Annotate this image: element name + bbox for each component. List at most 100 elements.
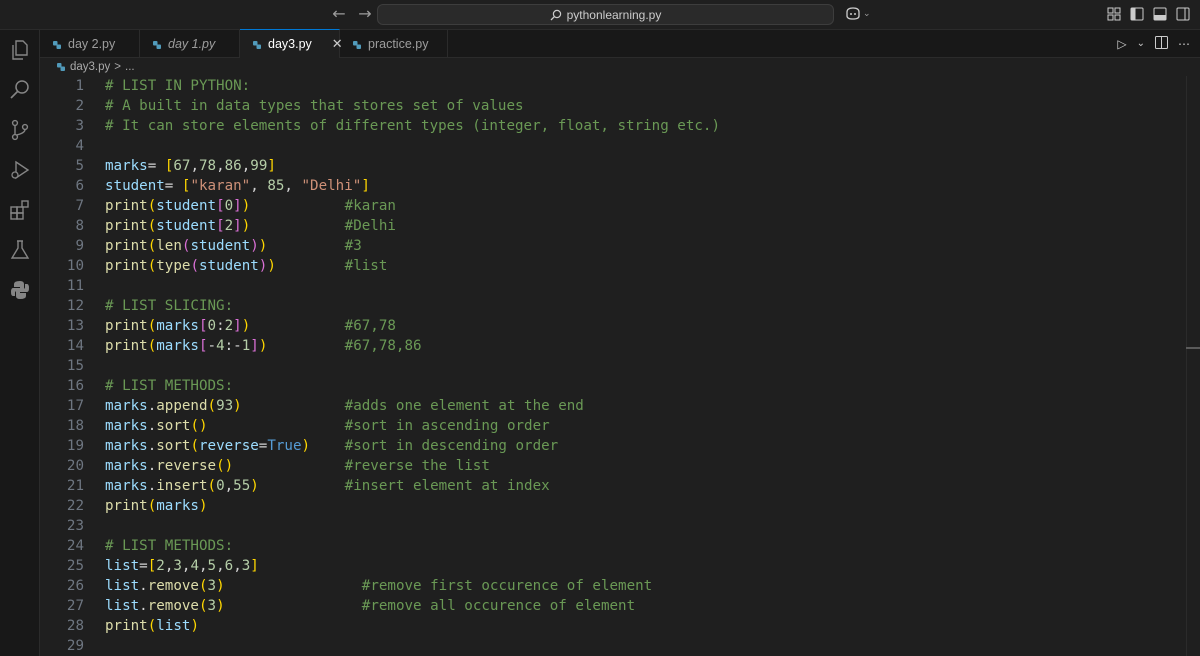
code-line[interactable]: 27 list.remove(3) #remove all occurence of…	[40, 596, 1180, 616]
code-token: 93	[216, 398, 234, 414]
code-line[interactable]: 19 marks.sort(reverse=True) #sort in desce…	[40, 436, 1180, 456]
code-line[interactable]: 16 # LIST METHODS:	[40, 376, 1180, 396]
testing-icon[interactable]	[8, 238, 32, 262]
code-token: )	[241, 218, 251, 234]
source-control-icon[interactable]	[8, 118, 32, 142]
code-token: ]	[267, 158, 276, 174]
line-number: 4	[75, 138, 84, 154]
copilot-button[interactable]: ⌄	[845, 6, 871, 20]
code-line[interactable]: 8 print(student[2]) #Delhi	[40, 216, 1180, 236]
arrow-right-icon[interactable]: →	[356, 5, 374, 23]
code-text: print(marks)	[105, 496, 208, 516]
code-line[interactable]: 4	[40, 136, 1180, 156]
code-line[interactable]: 13 print(marks[0:2]) #67,78	[40, 316, 1180, 336]
editor-actions: ▷ ⌄ ⋯	[1117, 36, 1190, 52]
breadcrumb-symbols[interactable]: ...	[125, 61, 135, 73]
code-line[interactable]: 21 marks.insert(0,55) #insert element at i…	[40, 476, 1180, 496]
code-line[interactable]: 20 marks.reverse() #reverse the list	[40, 456, 1180, 476]
code-token: .	[147, 438, 157, 454]
code-line[interactable]: 17 marks.append(93) #adds one element at t…	[40, 396, 1180, 416]
tab-day-1[interactable]: day 1.py	[140, 30, 240, 58]
code-token: (	[147, 618, 157, 634]
code-line[interactable]: 3 # It can store elements of different ty…	[40, 116, 1180, 136]
code-text: list.remove(3)	[105, 576, 225, 596]
code-token: (	[147, 218, 157, 234]
code-token: insert	[156, 478, 208, 494]
code-line[interactable]: 11	[40, 276, 1180, 296]
code-line[interactable]: 9 print(len(student)) #3	[40, 236, 1180, 256]
run-icon[interactable]: ▷	[1117, 37, 1126, 51]
code-line[interactable]: 25 list=[2,3,4,5,6,3]	[40, 556, 1180, 576]
split-editor-icon[interactable]	[1155, 36, 1168, 52]
code-token: marks	[105, 438, 148, 454]
breadcrumb-file[interactable]: day3.py	[70, 61, 110, 73]
code-line[interactable]: 22 print(marks)	[40, 496, 1180, 516]
command-center-search[interactable]: pythonlearning.py	[377, 4, 834, 25]
code-line[interactable]: 12 # LIST SLICING:	[40, 296, 1180, 316]
code-line[interactable]: 10 print(type(student)) #list	[40, 256, 1180, 276]
line-number: 28	[66, 618, 84, 634]
python-icon[interactable]	[8, 278, 32, 302]
code-token: (	[198, 598, 208, 614]
editor-scrollbar[interactable]	[1186, 76, 1200, 656]
inline-comment: #adds one element at the end	[344, 398, 584, 414]
run-debug-icon[interactable]	[8, 158, 32, 182]
code-token: )	[250, 238, 259, 254]
code-token: print	[105, 618, 148, 634]
tab-day-2[interactable]: day 2.py	[40, 30, 140, 58]
search-icon[interactable]	[8, 78, 32, 102]
code-token: [	[198, 338, 208, 354]
more-actions-icon[interactable]: ⋯	[1178, 37, 1190, 51]
code-line[interactable]: 5 marks= [67,78,86,99]	[40, 156, 1180, 176]
code-text: student= ["karan", 85, "Delhi"]	[105, 176, 370, 196]
code-token: ,	[241, 158, 251, 174]
code-line[interactable]: 18 marks.sort() #sort in ascending order	[40, 416, 1180, 436]
line-number: 29	[66, 638, 84, 654]
extensions-icon[interactable]	[8, 198, 32, 222]
line-number: 7	[75, 198, 84, 214]
code-line[interactable]: 6 student= ["karan", 85, "Delhi"]	[40, 176, 1180, 196]
code-line[interactable]: 14 print(marks[-4:-1]) #67,78,86	[40, 336, 1180, 356]
toggle-panel-icon[interactable]	[1153, 7, 1167, 21]
code-token: .	[139, 578, 148, 594]
code-token: (	[147, 338, 157, 354]
code-token: 6	[224, 558, 234, 574]
customize-layout-icon[interactable]	[1107, 7, 1121, 21]
code-token: )	[233, 398, 242, 414]
files-icon[interactable]	[8, 38, 32, 62]
chevron-down-icon[interactable]: ⌄	[1137, 37, 1145, 51]
code-token: print	[105, 498, 148, 514]
line-number: 18	[66, 418, 84, 434]
code-editor[interactable]: 1 # LIST IN PYTHON: 2 # A built in data typ…	[40, 76, 1200, 656]
search-text: pythonlearning.py	[566, 7, 662, 22]
code-line[interactable]: 26 list.remove(3) #remove first occurence …	[40, 576, 1180, 596]
code-token: 85	[267, 178, 285, 194]
code-token: [	[147, 558, 157, 574]
code-line[interactable]: 15	[40, 356, 1180, 376]
tab-day3[interactable]: day3.py ✕	[240, 29, 343, 58]
code-line[interactable]: 2 # A built in data types that stores set…	[40, 96, 1180, 116]
toggle-primary-sidebar-icon[interactable]	[1130, 7, 1144, 21]
code-line[interactable]: 1 # LIST IN PYTHON:	[40, 76, 1180, 96]
line-number: 9	[75, 238, 84, 254]
code-token: student	[105, 178, 165, 194]
code-token: ,	[216, 158, 225, 174]
code-text: # LIST SLICING:	[105, 296, 233, 316]
code-line[interactable]: 29	[40, 636, 1180, 656]
code-line[interactable]: 7 print(student[0]) #karan	[40, 196, 1180, 216]
line-number: 8	[75, 218, 84, 234]
code-line[interactable]: 24 # LIST METHODS:	[40, 536, 1180, 556]
code-token: remove	[147, 598, 199, 614]
line-number: 15	[66, 358, 84, 374]
toggle-secondary-sidebar-icon[interactable]	[1176, 7, 1190, 21]
line-number: 2	[75, 98, 84, 114]
code-token: 3	[173, 558, 182, 574]
inline-comment: #67,78,86	[344, 338, 422, 354]
code-line[interactable]: 23	[40, 516, 1180, 536]
code-token: print	[105, 218, 148, 234]
code-line[interactable]: 28 print(list)	[40, 616, 1180, 636]
arrow-left-icon[interactable]: ←	[330, 5, 348, 23]
code-token: .	[147, 458, 157, 474]
python-file-icon	[352, 39, 362, 49]
tab-practice[interactable]: practice.py	[340, 30, 448, 58]
